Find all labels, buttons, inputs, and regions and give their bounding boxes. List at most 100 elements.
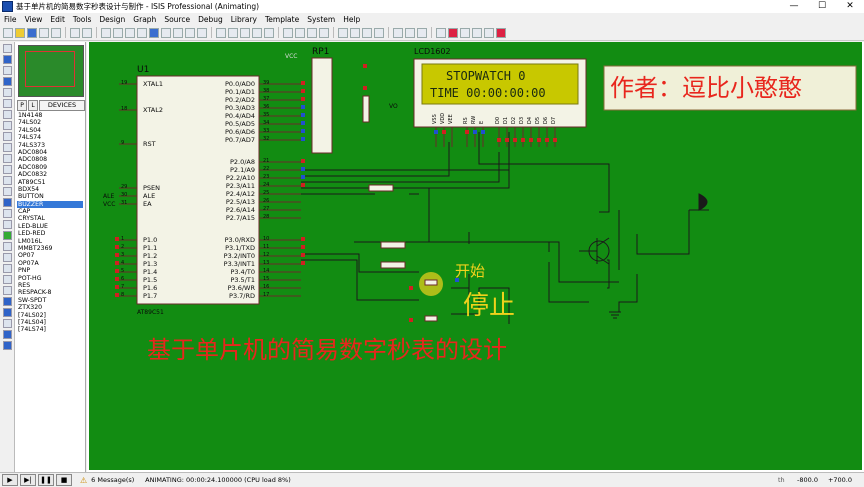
symbol-2d-icon[interactable] — [2, 275, 12, 284]
arc-2d-icon[interactable] — [2, 242, 12, 251]
play-button[interactable]: ▶ — [2, 474, 18, 486]
grid-icon[interactable] — [113, 27, 123, 38]
remove-sheet-icon[interactable] — [448, 27, 458, 38]
device-list-item[interactable]: LM016L — [17, 238, 83, 245]
device-list-item[interactable]: ADC0804 — [17, 149, 83, 156]
block-move-icon[interactable] — [295, 27, 305, 38]
message-count[interactable]: 6 Message(s) — [87, 476, 141, 484]
save-icon[interactable] — [27, 27, 37, 38]
block-rotate-icon[interactable] — [307, 27, 317, 38]
device-list-item[interactable]: 74LS74 — [17, 134, 83, 141]
pause-button[interactable]: ❚❚ — [38, 474, 54, 486]
buzzer[interactable] — [698, 193, 708, 211]
print-icon[interactable] — [70, 27, 80, 38]
menu-debug[interactable]: Debug — [194, 15, 227, 24]
virtual-instruments-icon[interactable] — [2, 198, 12, 207]
maximize-button[interactable]: ☐ — [808, 0, 836, 13]
device-list-item[interactable]: SW-SPDT — [17, 297, 83, 304]
mirror-x-icon[interactable] — [2, 330, 12, 339]
paste-icon[interactable] — [264, 27, 274, 38]
redo-icon[interactable] — [228, 27, 238, 38]
menu-tools[interactable]: Tools — [69, 15, 95, 24]
current-probe-icon[interactable] — [2, 187, 12, 196]
buzzer-resistor[interactable] — [368, 184, 394, 192]
graph-icon[interactable] — [2, 143, 12, 152]
device-list-item[interactable]: POT-HG — [17, 275, 83, 282]
refresh-icon[interactable] — [101, 27, 111, 38]
device-list-item[interactable]: [74LS04] — [17, 319, 83, 326]
electrical-rules-icon[interactable] — [484, 27, 494, 38]
pick-devices-button[interactable]: P — [17, 100, 27, 111]
rp1-resistor-pack[interactable] — [311, 57, 333, 154]
subcircuit-icon[interactable] — [2, 110, 12, 119]
new-sheet-icon[interactable] — [436, 27, 446, 38]
component-mode-icon[interactable] — [2, 55, 12, 64]
device-list-item[interactable]: 74LS04 — [17, 127, 83, 134]
bus-icon[interactable] — [2, 99, 12, 108]
rotate-cw-icon[interactable] — [2, 297, 12, 306]
device-list-item[interactable]: RESPACK-8 — [17, 289, 83, 296]
make-device-icon[interactable] — [350, 27, 360, 38]
device-list-item[interactable]: MMBT2369 — [17, 245, 83, 252]
origin-icon[interactable] — [125, 27, 135, 38]
start-button[interactable] — [424, 279, 438, 286]
device-list-item[interactable]: ADC0808 — [17, 156, 83, 163]
new-file-icon[interactable] — [3, 27, 13, 38]
rotate-ccw-icon[interactable] — [2, 308, 12, 317]
device-list-item[interactable]: ADC0809 — [17, 164, 83, 171]
decompose-icon[interactable] — [374, 27, 384, 38]
device-list-item[interactable]: OP07 — [17, 252, 83, 259]
zoom-all-icon[interactable] — [185, 27, 195, 38]
stop-button[interactable] — [424, 315, 438, 322]
netlist-to-ares-icon[interactable] — [496, 27, 506, 38]
path-2d-icon[interactable] — [2, 253, 12, 262]
box-2d-icon[interactable] — [2, 220, 12, 229]
close-button[interactable]: ✕ — [836, 0, 864, 13]
menu-file[interactable]: File — [0, 15, 21, 24]
packaging-icon[interactable] — [362, 27, 372, 38]
block-copy-icon[interactable] — [283, 27, 293, 38]
zoom-out-icon[interactable] — [173, 27, 183, 38]
line-2d-icon[interactable] — [2, 209, 12, 218]
search-icon[interactable] — [405, 27, 415, 38]
lcd-contrast-pot[interactable] — [362, 95, 370, 123]
bill-of-materials-icon[interactable] — [472, 27, 482, 38]
device-list-item[interactable]: PNP — [17, 267, 83, 274]
minimize-button[interactable]: — — [780, 0, 808, 13]
zoom-in-icon[interactable] — [161, 27, 171, 38]
start-pullup-resistor[interactable] — [380, 241, 406, 249]
device-list-item[interactable]: OP07A — [17, 260, 83, 267]
device-list-item[interactable]: [74LS02] — [17, 312, 83, 319]
exit-to-parent-icon[interactable] — [460, 27, 470, 38]
menu-library[interactable]: Library — [227, 15, 261, 24]
generator-icon[interactable] — [2, 165, 12, 174]
device-list-item[interactable]: CRYSTAL — [17, 215, 83, 222]
text-2d-icon[interactable] — [2, 264, 12, 273]
device-list-item[interactable]: 74LS373 — [17, 142, 83, 149]
stop-pullup-resistor[interactable] — [380, 261, 406, 269]
menu-source[interactable]: Source — [160, 15, 194, 24]
overview-viewport[interactable] — [25, 51, 75, 87]
zoom-area-icon[interactable] — [197, 27, 207, 38]
pan-icon[interactable] — [149, 27, 159, 38]
step-button[interactable]: ▶| — [20, 474, 36, 486]
export-icon[interactable] — [51, 27, 61, 38]
device-pins-icon[interactable] — [2, 132, 12, 141]
property-tool-icon[interactable] — [417, 27, 427, 38]
import-icon[interactable] — [39, 27, 49, 38]
device-list-item[interactable]: CAP — [17, 208, 83, 215]
print-area-icon[interactable] — [82, 27, 92, 38]
menu-graph[interactable]: Graph — [129, 15, 160, 24]
device-list-item[interactable]: [74LS74] — [17, 326, 83, 333]
open-file-icon[interactable] — [15, 27, 25, 38]
stop-button-sim[interactable]: ■ — [56, 474, 72, 486]
tape-recorder-icon[interactable] — [2, 154, 12, 163]
rotation-angle-field[interactable] — [2, 319, 12, 328]
device-list-item[interactable]: ADC0832 — [17, 171, 83, 178]
crosshair-icon[interactable] — [137, 27, 147, 38]
junction-dot-icon[interactable] — [2, 66, 12, 75]
block-delete-icon[interactable] — [319, 27, 329, 38]
device-list-item[interactable]: RES — [17, 282, 83, 289]
device-list-item[interactable]: 1N4148 — [17, 112, 83, 119]
device-list-item[interactable]: AT89C51 — [17, 179, 83, 186]
